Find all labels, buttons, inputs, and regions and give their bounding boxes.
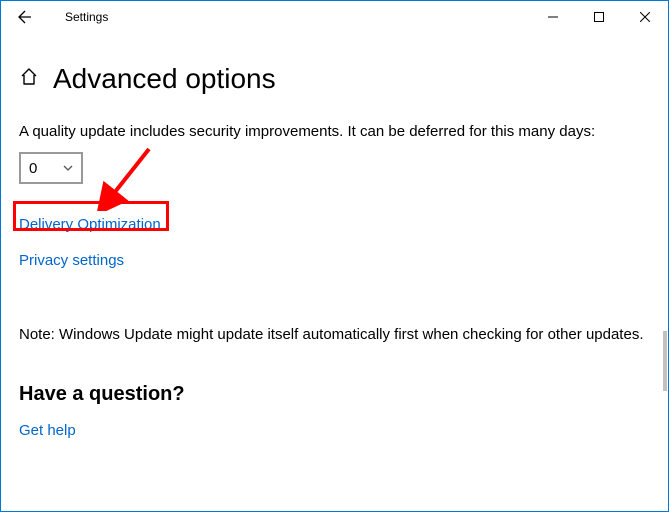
question-heading: Have a question?	[19, 383, 650, 406]
window-title: Settings	[65, 10, 108, 24]
back-arrow-icon	[17, 9, 33, 25]
close-icon	[640, 12, 650, 22]
minimize-button[interactable]	[530, 1, 576, 33]
home-icon[interactable]	[19, 67, 39, 92]
privacy-settings-link[interactable]: Privacy settings	[19, 252, 124, 269]
defer-days-value: 0	[29, 160, 37, 177]
page-header: Advanced options	[19, 63, 650, 95]
titlebar: Settings	[1, 1, 668, 33]
page-title: Advanced options	[53, 63, 276, 95]
back-button[interactable]	[9, 1, 41, 33]
chevron-down-icon	[63, 165, 73, 171]
maximize-icon	[594, 12, 604, 22]
delivery-optimization-link[interactable]: Delivery Optimization	[19, 216, 161, 233]
get-help-link[interactable]: Get help	[19, 422, 76, 439]
close-button[interactable]	[622, 1, 668, 33]
minimize-icon	[548, 12, 558, 22]
scrollbar[interactable]	[663, 331, 667, 391]
window-controls	[530, 1, 668, 33]
defer-days-select[interactable]: 0	[19, 152, 83, 184]
content-area: Advanced options A quality update includ…	[1, 33, 668, 440]
update-note: Note: Windows Update might update itself…	[19, 326, 650, 343]
maximize-button[interactable]	[576, 1, 622, 33]
quality-update-label: A quality update includes security impro…	[19, 123, 650, 140]
